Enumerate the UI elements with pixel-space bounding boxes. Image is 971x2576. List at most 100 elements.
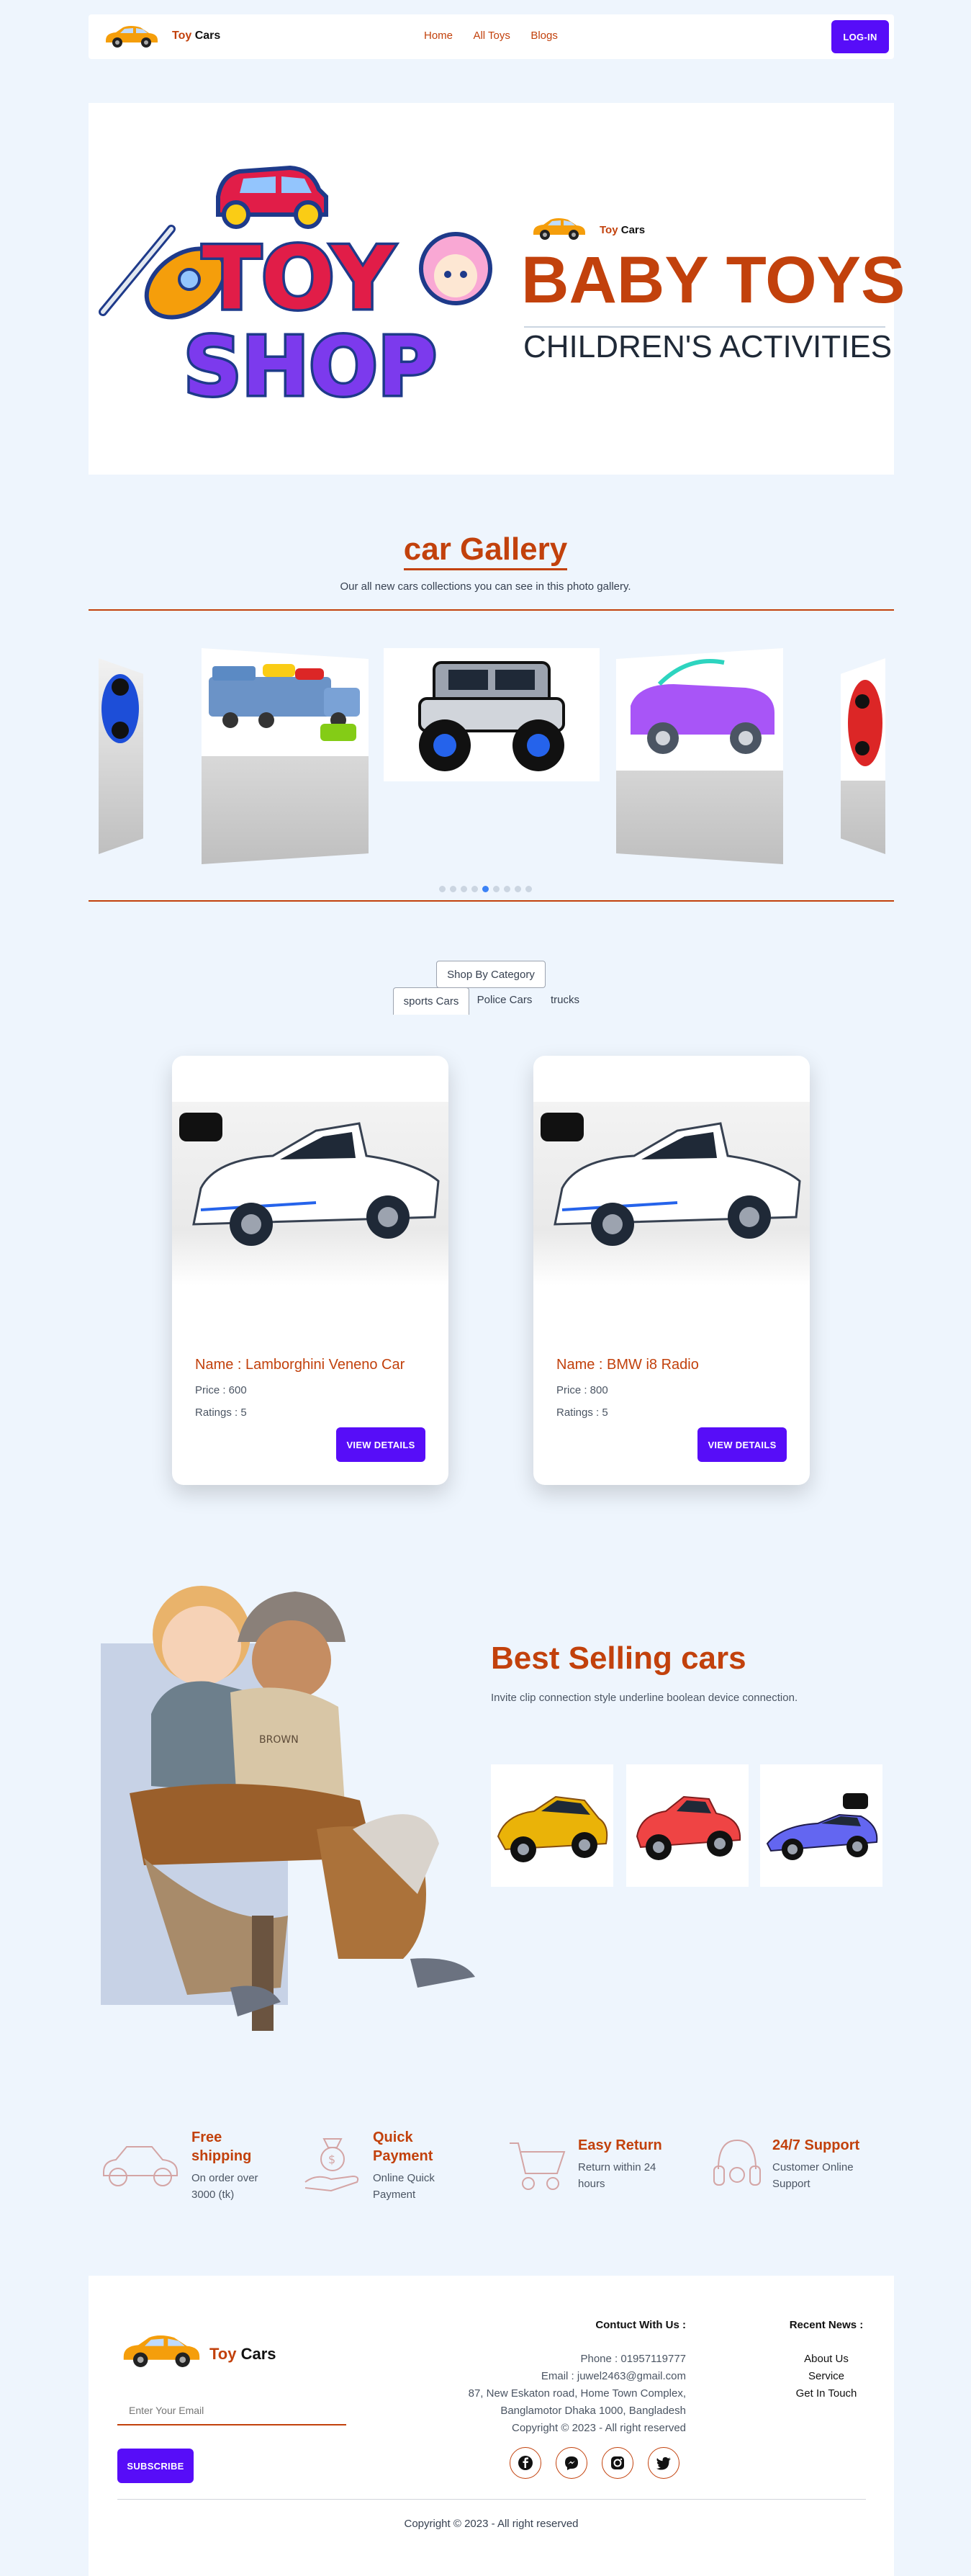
shop-by-category-button[interactable]: Shop By Category (436, 961, 546, 988)
carousel-dot[interactable] (439, 886, 446, 892)
gallery-slide-active[interactable] (384, 648, 600, 781)
feature-support-text: 24/7 Support Customer Online Support (772, 2136, 888, 2192)
product-card: Name : BMW i8 Radio Price : 800 Ratings … (533, 1056, 810, 1485)
car-logo-icon (123, 2335, 200, 2367)
carousel-dot[interactable] (504, 886, 510, 892)
product-price: Price : 800 (556, 1384, 608, 1396)
footer-brand-cars: Cars (240, 2345, 276, 2363)
feature-description: Online Quick Payment (373, 2172, 435, 2201)
toy-shop-illustration: TOY SHOP (99, 165, 492, 417)
best-selling-text: Invite clip connection style underline b… (491, 1692, 798, 1704)
money-bag-icon: $ (304, 2138, 359, 2192)
feature-support (711, 2133, 763, 2199)
carousel-pagination (0, 883, 971, 896)
footer-link-service[interactable]: Service (780, 2368, 873, 2385)
car-logo-icon (106, 26, 158, 48)
product-price: Price : 600 (195, 1384, 247, 1396)
footer-copyright: Copyright © 2023 - All right reserved (404, 2518, 579, 2530)
carousel-dot[interactable] (525, 886, 532, 892)
feature-free-shipping (98, 2136, 183, 2197)
carousel-dot[interactable] (493, 886, 500, 892)
white-sports-car-image (541, 1113, 801, 1246)
footer-divider (117, 2499, 866, 2500)
car-logo-icon (533, 218, 585, 240)
carousel-dot[interactable] (461, 886, 467, 892)
feature-title: Easy Return (578, 2137, 662, 2153)
hero-brand-toy: Toy (600, 224, 618, 236)
view-details-button[interactable]: VIEW DETAILS (697, 1427, 787, 1462)
feature-quick-payment-text: Quick Payment Online Quick Payment (373, 2128, 459, 2203)
carousel-dot[interactable] (515, 886, 521, 892)
cart-icon (510, 2142, 566, 2190)
contact-address-line1: 87, New Eskaton road, Home Town Complex, (468, 2387, 686, 2400)
best-seller-item[interactable] (626, 1764, 749, 1887)
feature-easy-return (507, 2136, 569, 2197)
product-name: Name : BMW i8 Radio (556, 1357, 699, 1373)
gallery-carousel[interactable] (89, 634, 894, 871)
carousel-dot[interactable] (450, 886, 456, 892)
white-sports-car-image (179, 1113, 440, 1246)
feature-title: Quick Payment (373, 2130, 433, 2164)
blue-car-toy-image (101, 674, 139, 743)
product-ratings: Ratings : 5 (195, 1406, 247, 1419)
instagram-icon[interactable] (602, 2447, 633, 2479)
footer-brand-logo[interactable] (117, 2333, 204, 2373)
hero-banner: TOY SHOP Toy Cars BABY TOYS CHILDREN'S A… (89, 103, 905, 475)
gallery-slide-far-left[interactable] (99, 658, 143, 854)
red-car-toy-image (841, 658, 885, 781)
product-image (172, 1102, 448, 1285)
tab-trucks[interactable]: trucks (540, 994, 590, 1006)
carousel-dot[interactable] (471, 886, 478, 892)
gallery-slide-far-right[interactable] (841, 658, 885, 854)
best-seller-item[interactable] (760, 1764, 882, 1887)
brand-cars: Cars (194, 30, 221, 42)
gallery-slide-right[interactable] (616, 648, 783, 864)
email-input[interactable] (117, 2397, 346, 2425)
contact-copyright: Copyright © 2023 - All right reserved (512, 2422, 686, 2434)
footer-link-about-us[interactable]: About Us (780, 2351, 873, 2368)
gallery-title-text: car Gallery (403, 531, 568, 570)
car-icon (103, 2146, 178, 2186)
contact-title: Contuct With Us : (595, 2319, 686, 2331)
contact-address-line2: Banglamotor Dhaka 1000, Bangladesh (500, 2405, 686, 2417)
subscribe-button[interactable]: SUBSCRIBE (117, 2449, 194, 2483)
footer-brand-name: Toy Cars (209, 2345, 276, 2364)
twitter-icon[interactable] (648, 2447, 679, 2479)
footer-brand-toy: Toy (209, 2345, 237, 2363)
contact-info: Phone : 01957119777 Email : juwel2463@gm… (405, 2351, 686, 2437)
nav-blogs[interactable]: Blogs (530, 30, 558, 42)
yellow-ride-on-car-image (497, 1795, 608, 1862)
gallery-slide-left[interactable] (202, 648, 369, 864)
toy-shop-logo: TOY SHOP (96, 146, 499, 434)
gallery-top-divider (89, 609, 894, 611)
view-details-button[interactable]: VIEW DETAILS (336, 1427, 425, 1462)
product-image (533, 1102, 810, 1285)
pink-jeep-toy-image (616, 648, 783, 771)
hero-brand-name: Toy Cars (600, 224, 645, 236)
tab-police-cars[interactable]: Police Cars (469, 994, 540, 1006)
news-links: About Us Service Get In Touch (780, 2351, 873, 2402)
brand-name: Toy Cars (172, 30, 220, 42)
feature-description: On order over 3000 (tk) (191, 2172, 258, 2201)
social-links (510, 2447, 679, 2479)
logo-text-toy: TOY (202, 229, 396, 329)
facebook-icon[interactable] (510, 2447, 541, 2479)
product-ratings: Ratings : 5 (556, 1406, 608, 1419)
nav-home[interactable]: Home (424, 30, 453, 42)
product-card: Name : Lamborghini Veneno Car Price : 60… (172, 1056, 448, 1485)
footer-link-get-in-touch[interactable]: Get In Touch (780, 2385, 873, 2402)
best-seller-item[interactable] (491, 1764, 613, 1887)
gallery-title: car Gallery (0, 531, 971, 570)
feature-description: Customer Online Support (772, 2161, 854, 2190)
carousel-dot-active[interactable] (482, 886, 489, 892)
login-button[interactable]: LOG-IN (831, 20, 889, 53)
feature-easy-return-text: Easy Return Return within 24 hours (578, 2136, 679, 2192)
brand-logo[interactable] (101, 24, 161, 53)
tab-sports-cars[interactable]: sports Cars (393, 987, 469, 1015)
nav-all-toys[interactable]: All Toys (473, 30, 510, 42)
kids-photo: BROWN (101, 1556, 489, 2045)
purple-sports-car-image (766, 1793, 878, 1860)
messenger-icon[interactable] (556, 2447, 587, 2479)
logo-text-shop: SHOP (184, 320, 437, 414)
best-selling-title: Best Selling cars (491, 1641, 746, 1676)
